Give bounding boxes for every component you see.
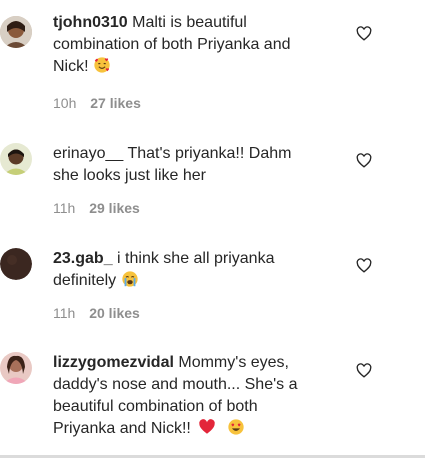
like-heart-icon[interactable]: [355, 361, 373, 379]
comment-meta: 10h 27 likes: [53, 95, 141, 111]
avatar[interactable]: [0, 248, 32, 280]
like-heart-icon[interactable]: [355, 256, 373, 274]
comment-text: beautiful combination of both: [53, 398, 258, 415]
comment-likes[interactable]: 20 likes: [89, 305, 140, 321]
comment-likes[interactable]: 27 likes: [90, 95, 141, 111]
comment-text: That's priyanka!! Dahm: [127, 145, 292, 162]
comment-meta: 11h 20 likes: [53, 305, 140, 321]
comment-time: 11h: [53, 305, 76, 321]
comment-username[interactable]: erinayo__: [53, 145, 123, 162]
comment-text: i think she all priyanka: [117, 250, 275, 267]
comment-text: Malti is beautiful: [132, 14, 247, 31]
comment-text: she looks just like her: [53, 167, 206, 184]
comment-username[interactable]: 23.gab_: [53, 250, 113, 267]
comment-username[interactable]: lizzygomezvidal: [53, 354, 174, 371]
avatar[interactable]: [0, 143, 32, 175]
comment-text: Nick!: [53, 58, 89, 75]
avatar[interactable]: [0, 16, 32, 48]
heart-eyes-icon: [228, 419, 244, 435]
comment-likes[interactable]: 29 likes: [89, 200, 140, 216]
loudly-crying-face-icon: [121, 271, 138, 287]
smiling-face-with-hearts-icon: [94, 57, 110, 73]
comment-time: 10h: [53, 95, 77, 111]
comment-text: combination of both Priyanka and: [53, 36, 291, 53]
avatar[interactable]: [0, 352, 32, 384]
red-heart-icon: [199, 419, 216, 434]
comment-text: definitely: [53, 272, 117, 289]
comment-text: daddy's nose and mouth... She's a: [53, 376, 298, 393]
like-heart-icon[interactable]: [355, 24, 373, 42]
comment-time: 11h: [53, 200, 76, 216]
comment-username[interactable]: tjohn0310: [53, 14, 128, 31]
comment-text: Priyanka and Nick!!: [53, 420, 191, 437]
comment-meta: 11h 29 likes: [53, 200, 140, 216]
like-heart-icon[interactable]: [355, 151, 373, 169]
comment-text: Mommy's eyes,: [178, 354, 289, 371]
